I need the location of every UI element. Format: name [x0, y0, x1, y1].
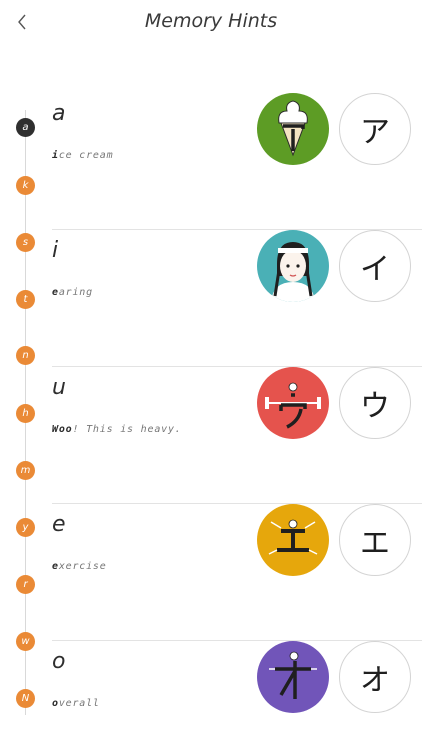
- hint-row-u[interactable]: u Woo! This is heavy. ウ: [52, 367, 422, 504]
- romaji-label: o: [52, 649, 66, 674]
- romaji-label: e: [52, 512, 66, 537]
- romaji-label: i: [52, 238, 59, 263]
- row-index-s[interactable]: s: [16, 233, 35, 252]
- row-index-N[interactable]: N: [16, 689, 35, 708]
- exercise-picture: [257, 504, 329, 576]
- kana-row-index: a k s t n h m y r w N: [0, 100, 52, 750]
- row-index-y[interactable]: y: [16, 518, 35, 537]
- hint-row-e[interactable]: e exercise エ: [52, 504, 422, 641]
- romaji-label: a: [52, 101, 66, 126]
- kana-character[interactable]: イ: [339, 230, 411, 302]
- header: Memory Hints: [0, 0, 422, 46]
- girl-earring-picture: [257, 230, 329, 302]
- weightlifter-picture: [257, 367, 329, 439]
- row-index-w[interactable]: w: [16, 632, 35, 651]
- row-index-t[interactable]: t: [16, 290, 35, 309]
- mnemonic-text: ice cream: [52, 150, 114, 161]
- row-index-n[interactable]: n: [16, 346, 35, 365]
- row-index-m[interactable]: m: [16, 461, 35, 480]
- mnemonic-text: overall: [52, 698, 100, 709]
- row-index-h[interactable]: h: [16, 404, 35, 423]
- mnemonic-text: earing: [52, 287, 93, 298]
- hint-row-a[interactable]: a ice cream ア: [52, 93, 422, 230]
- romaji-label: u: [52, 375, 66, 400]
- hint-row-i[interactable]: i earing イ: [52, 230, 422, 367]
- ice-cream-picture: [257, 93, 329, 165]
- kana-character[interactable]: オ: [339, 641, 411, 713]
- mnemonic-text: exercise: [52, 561, 107, 572]
- mnemonic-text: Woo! This is heavy.: [52, 424, 182, 435]
- page-title: Memory Hints: [144, 10, 278, 32]
- overall-picture: [257, 641, 329, 713]
- kana-character[interactable]: ウ: [339, 367, 411, 439]
- row-index-r[interactable]: r: [16, 575, 35, 594]
- kana-character[interactable]: ア: [339, 93, 411, 165]
- row-index-a[interactable]: a: [16, 118, 35, 137]
- row-index-k[interactable]: k: [16, 176, 35, 195]
- kana-character[interactable]: エ: [339, 504, 411, 576]
- hint-row-o[interactable]: o overall オ: [52, 641, 422, 750]
